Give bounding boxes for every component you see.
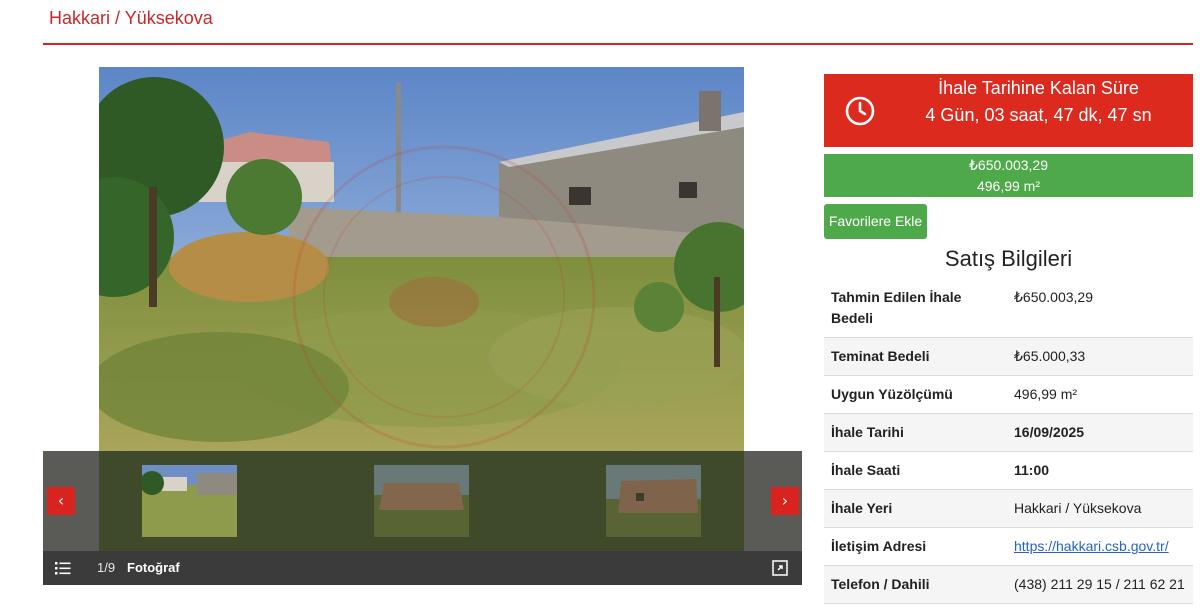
row-key: Uygun Yüzölçümü — [831, 386, 953, 402]
table-row: Tahmin Edilen İhale Bedeli ₺650.003,29 — [824, 279, 1193, 338]
thumbnail-strip: ‹ › — [43, 451, 802, 551]
previous-photo-button[interactable]: ‹ — [47, 487, 75, 515]
row-value: https://hakkari.csb.gov.tr/ — [1008, 528, 1193, 565]
photo-gallery: ‹ › 1/9 Fotoğraf — [43, 67, 802, 585]
row-key: İhale Yeri — [831, 500, 893, 516]
chevron-left-icon: ‹ — [57, 491, 65, 510]
contact-address-link[interactable]: https://hakkari.csb.gov.tr/ — [1014, 538, 1169, 554]
table-row: Uygun Yüzölçümü 496,99 m² — [824, 376, 1193, 414]
thumbnail-image — [606, 465, 701, 537]
thumbnail-3[interactable] — [606, 465, 701, 537]
list-icon[interactable] — [55, 560, 71, 576]
table-row: İhale Tarihi 16/09/2025 — [824, 414, 1193, 452]
table-row: İhale Saati 11:00 — [824, 452, 1193, 490]
price-amount: ₺650.003,29 — [969, 157, 1048, 173]
table-row: İhale Yeri Hakkari / Yüksekova — [824, 490, 1193, 528]
sale-info-title: Satış Bilgileri — [944, 246, 1073, 271]
chevron-right-icon: › — [781, 491, 789, 510]
land-photo — [99, 67, 744, 451]
thumbnail-1[interactable] — [142, 465, 237, 537]
expand-icon[interactable] — [772, 560, 788, 576]
price-summary: ₺650.003,29 496,99 m² — [824, 154, 1193, 197]
row-value: 11:00 — [1014, 462, 1050, 478]
row-key: İhale Saati — [831, 462, 901, 478]
countdown-banner: İhale Tarihine Kalan Süre 4 Gün, 03 saat… — [824, 74, 1193, 147]
table-row: İletişim Adresi https://hakkari.csb.gov.… — [824, 528, 1193, 566]
photo-counter-label: Fotoğraf — [127, 560, 180, 575]
thumbnail-image — [374, 465, 469, 537]
table-row: Telefon / Dahili (438) 211 29 15 / 211 6… — [824, 566, 1193, 604]
gallery-toolbar: 1/9 Fotoğraf — [43, 551, 802, 585]
add-to-favorites-button[interactable]: Favorilere Ekle — [824, 204, 927, 239]
next-photo-button[interactable]: › — [771, 487, 799, 515]
main-photo[interactable] — [99, 67, 744, 451]
row-value: ₺65.000,33 — [1014, 348, 1086, 364]
sale-info-table: Tahmin Edilen İhale Bedeli ₺650.003,29 T… — [824, 279, 1193, 604]
row-key: Telefon / Dahili — [831, 576, 930, 592]
photo-counter: 1/9 — [97, 560, 116, 575]
row-value: (438) 211 29 15 / 211 62 21 — [1014, 576, 1185, 592]
thumbnail-2[interactable] — [374, 465, 469, 537]
row-key: İletişim Adresi — [831, 538, 927, 554]
price-area: 496,99 m² — [976, 178, 1041, 194]
row-key: Teminat Bedeli — [831, 348, 930, 364]
row-key: Tahmin Edilen İhale Bedeli — [831, 289, 962, 326]
table-row: Teminat Bedeli ₺65.000,33 — [824, 338, 1193, 376]
row-value: ₺650.003,29 — [1014, 289, 1093, 305]
title-divider — [43, 43, 1193, 45]
row-key: İhale Tarihi — [831, 424, 904, 440]
row-value: Hakkari / Yüksekova — [1014, 500, 1142, 516]
countdown-label: İhale Tarihine Kalan Süre — [938, 78, 1139, 98]
page-title: Hakkari / Yüksekova — [49, 8, 213, 28]
row-value: 16/09/2025 — [1014, 424, 1085, 440]
countdown-value: 4 Gün, 03 saat, 47 dk, 47 sn — [925, 105, 1152, 125]
thumbnail-image — [142, 465, 237, 537]
thumbnail-track — [99, 451, 744, 551]
row-value: 496,99 m² — [1014, 386, 1078, 402]
